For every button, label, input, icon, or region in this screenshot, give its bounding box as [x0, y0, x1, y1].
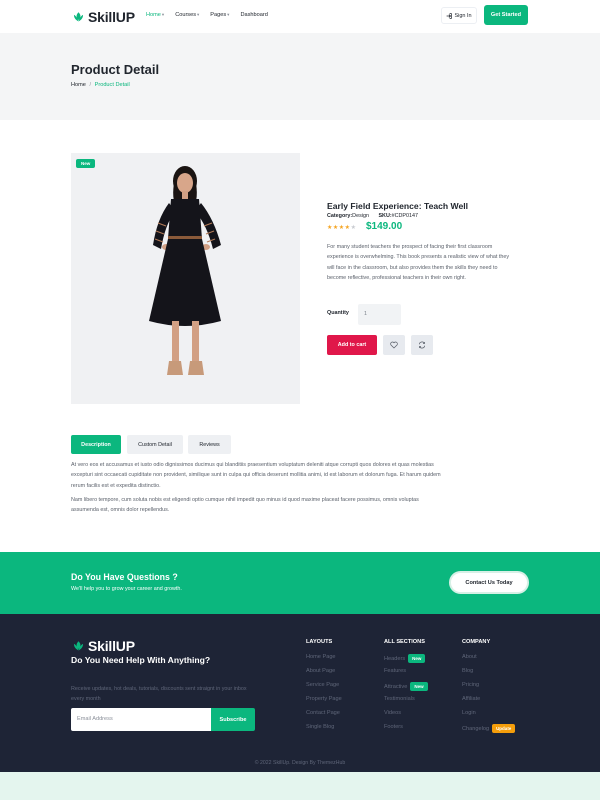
footer-link[interactable]: Blog: [462, 668, 473, 674]
wishlist-button[interactable]: [383, 335, 405, 355]
footer-link[interactable]: Single Blog: [306, 724, 334, 730]
main-nav: Home ▾ Courses ▾ Pages ▾ Dashboard: [146, 12, 268, 18]
quantity-input[interactable]: 1: [358, 304, 401, 325]
footer-help-text: Receive updates, hot deals, tutorials, d…: [71, 686, 247, 702]
refresh-icon: [418, 341, 426, 349]
copyright-text: © 2022 SkillUp. Design By ThemezHub: [254, 760, 346, 766]
tab-content-paragraph: Nam libero tempore, cum soluta nobis est…: [71, 497, 419, 514]
contact-us-button[interactable]: Contact Us Today: [449, 571, 529, 594]
subscribe-button[interactable]: Subscribe: [211, 708, 255, 731]
product-image[interactable]: New: [71, 153, 300, 404]
update-tag: Update: [492, 724, 516, 733]
compare-button[interactable]: [411, 335, 433, 355]
footer-link[interactable]: Headers New: [384, 654, 426, 663]
get-started-label: Get Started: [490, 12, 522, 18]
chevron-down-icon: ▾: [161, 12, 165, 17]
footer-column-title: COMPANY: [462, 639, 491, 645]
footer-link[interactable]: About Page: [306, 668, 335, 674]
nav-courses[interactable]: Courses ▾: [175, 12, 199, 18]
rating-stars: ★★★★★: [327, 224, 356, 231]
breadcrumb: Home / Product Detail: [71, 82, 130, 88]
get-started-button[interactable]: Get Started: [484, 5, 528, 25]
sku-label: SKU:: [378, 213, 392, 219]
nav-home[interactable]: Home ▾: [146, 12, 164, 18]
footer-link[interactable]: About: [462, 654, 477, 660]
new-tag: New: [410, 682, 428, 691]
nav-pages[interactable]: Pages ▾: [210, 12, 229, 18]
footer-link[interactable]: Property Page: [306, 696, 342, 702]
page-title: Product Detail: [71, 62, 160, 77]
chevron-down-icon: ▾: [227, 12, 230, 17]
category-value[interactable]: Design: [352, 213, 369, 219]
footer-link[interactable]: Home Page: [306, 654, 336, 660]
leaf-logo-icon: [73, 11, 84, 21]
sign-in-icon: [447, 12, 453, 19]
footer-link[interactable]: Attractive New: [384, 682, 428, 691]
footer-link[interactable]: Service Page: [306, 682, 339, 688]
tab-description[interactable]: Description: [71, 435, 121, 454]
quantity-label: Quantity: [327, 310, 349, 316]
nav-dashboard[interactable]: Dashboard: [240, 12, 267, 18]
tab-reviews[interactable]: Reviews: [188, 435, 231, 454]
footer-link[interactable]: Affiliate: [462, 696, 480, 702]
breadcrumb-home[interactable]: Home: [71, 82, 86, 88]
footer-link[interactable]: Videos: [384, 710, 401, 716]
breadcrumb-current: Product Detail: [94, 82, 130, 88]
cta-subtitle: We'll help you to grow your career and g…: [71, 586, 182, 592]
new-tag: New: [408, 654, 426, 663]
sign-in-button[interactable]: Sign In: [441, 7, 477, 24]
footer-link[interactable]: Footers: [384, 724, 403, 730]
site-logo[interactable]: SkillUP: [72, 9, 135, 25]
product-photo: [149, 166, 221, 375]
heart-icon: [390, 341, 398, 349]
footer-link[interactable]: Testimonials: [384, 696, 415, 702]
footer-link[interactable]: Contact Page: [306, 710, 340, 716]
product-meta: Category:Design SKU:#CDP0147: [327, 213, 418, 219]
category-label: Category:: [327, 213, 353, 219]
email-input[interactable]: Email Address: [71, 708, 211, 731]
footer-link[interactable]: Features: [384, 668, 406, 674]
bottom-band: [0, 772, 600, 800]
breadcrumb-separator: /: [89, 82, 92, 88]
site-header: SkillUP Home ▾ Courses ▾ Pages ▾ Dashboard …: [0, 0, 600, 33]
logo-text: SkillUP: [88, 9, 135, 25]
leaf-logo-icon: [73, 640, 84, 650]
footer-column-title: LAYOUTS: [306, 639, 333, 645]
tab-custom-detail[interactable]: Custom Detail: [127, 435, 183, 454]
page-hero: Product Detail Home / Product Detail: [0, 33, 600, 120]
footer-column-title: ALL SECTIONS: [384, 639, 425, 645]
chevron-down-icon: ▾: [197, 12, 200, 17]
product-description: For many student teachers the prospect o…: [327, 244, 510, 281]
footer-link[interactable]: Pricing: [462, 682, 479, 688]
add-to-cart-button[interactable]: Add to cart: [327, 335, 377, 355]
footer-logo-text: SkillUP: [88, 638, 135, 654]
product-title: Early Field Experience: Teach Well: [327, 201, 469, 211]
sku-value: #CDP0147: [391, 213, 419, 219]
star-empty-icon: ★: [350, 225, 357, 231]
cta-title: Do You Have Questions ?: [71, 572, 178, 582]
footer-logo[interactable]: SkillUP: [72, 638, 135, 654]
tab-content-paragraph: At vero eos et accusamus et iusto odio d…: [71, 462, 441, 489]
cta-banner: Do You Have Questions ? We'll help you t…: [0, 552, 600, 614]
footer-link[interactable]: Changelog Update: [462, 724, 516, 733]
add-to-cart-label: Add to cart: [337, 342, 367, 348]
footer-help-title: Do You Need Help With Anything?: [71, 655, 211, 665]
product-price: $149.00: [366, 221, 403, 232]
footer-link[interactable]: Login: [462, 710, 476, 716]
site-footer: SkillUP Do You Need Help With Anything? …: [0, 614, 600, 772]
sign-in-label: Sign In: [454, 12, 472, 19]
